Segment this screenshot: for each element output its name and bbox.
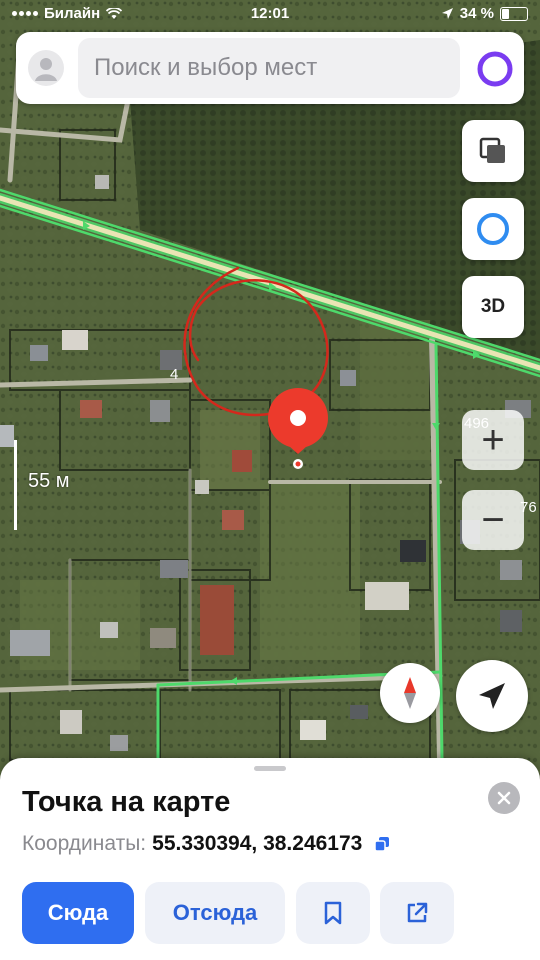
close-button[interactable] — [488, 782, 520, 814]
status-right: 34 % — [441, 5, 528, 22]
map-label-plot-4: 4 — [170, 366, 178, 383]
compass-button[interactable] — [380, 663, 440, 723]
copy-icon[interactable] — [374, 836, 390, 852]
battery-icon — [500, 6, 528, 21]
scale-bar — [14, 440, 17, 530]
bookmark-button[interactable] — [296, 882, 370, 944]
compass-icon — [404, 677, 416, 709]
profile-button[interactable] — [28, 50, 64, 86]
status-bar: Билайн 12:01 34 % — [0, 0, 540, 30]
route-to-here-button[interactable]: Сюда — [22, 882, 134, 944]
navigation-arrow-icon — [479, 683, 505, 709]
alice-icon[interactable] — [476, 50, 514, 88]
zoom-out-button[interactable]: − — [462, 490, 524, 550]
sheet-grabber[interactable] — [254, 766, 286, 771]
close-icon — [497, 791, 511, 805]
coordinates-label: Координаты: — [22, 832, 147, 855]
place-title: Точка на карте — [22, 786, 231, 818]
coordinates-value[interactable]: 55.330394, 38.246173 — [152, 832, 362, 856]
location-arrow-icon — [441, 8, 453, 19]
3d-button[interactable]: 3D — [462, 276, 524, 338]
person-icon — [35, 58, 57, 81]
search-input[interactable]: Поиск и выбор мест — [78, 38, 460, 98]
place-card: Точка на карте Координаты: 55.330394, 38… — [0, 758, 540, 960]
my-location-button[interactable] — [456, 660, 528, 732]
assistant-button[interactable] — [462, 198, 524, 260]
location-marker-icon[interactable] — [266, 388, 330, 472]
scale-label: 55 м — [28, 470, 70, 492]
layers-icon — [479, 137, 505, 163]
share-icon — [407, 902, 428, 923]
zoom-controls: + − — [462, 410, 524, 550]
coordinates-row: Координаты: 55.330394, 38.246173 — [22, 832, 390, 856]
zoom-in-button[interactable]: + — [462, 410, 524, 470]
bookmark-icon — [324, 901, 342, 925]
alice-icon — [477, 213, 509, 245]
search-bar: Поиск и выбор мест — [16, 32, 524, 104]
battery-percent: 34 % — [459, 5, 494, 22]
layers-button[interactable] — [462, 120, 524, 182]
share-button[interactable] — [380, 882, 454, 944]
route-from-here-button[interactable]: Отсюда — [145, 882, 285, 944]
